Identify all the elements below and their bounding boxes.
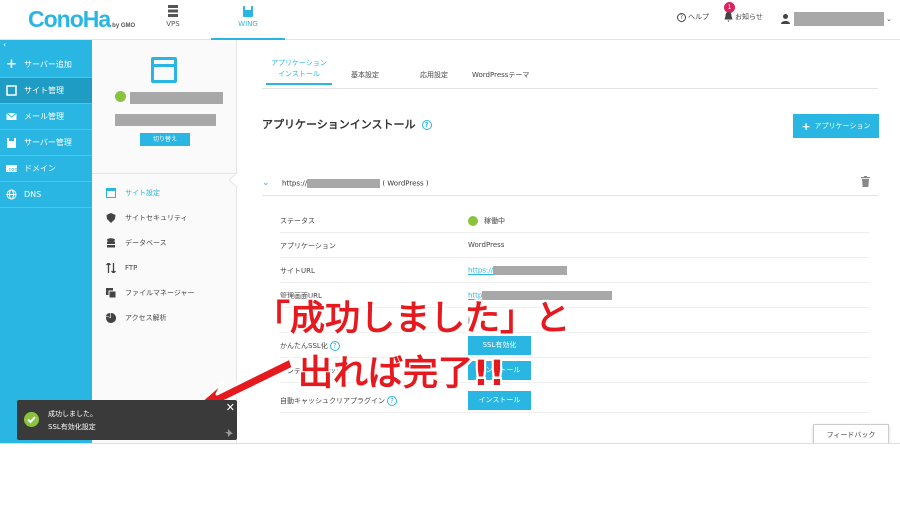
- window-icon: [151, 57, 177, 83]
- sidebar-item-dns[interactable]: DNS: [0, 182, 92, 208]
- transfer-icon: [106, 262, 116, 273]
- menu-file-manager[interactable]: ファイルマネージャー: [92, 280, 237, 305]
- sidebar: ‹ + サーバー追加 サイト管理 メール管理 サーバー管理 .com ドメイン …: [0, 40, 92, 443]
- menu-site-settings[interactable]: サイト設定: [92, 180, 237, 205]
- logo[interactable]: ConoHa by GMO: [28, 6, 135, 33]
- annotation-line-1: 「成功しました」と: [255, 299, 571, 339]
- tab-app-install[interactable]: アプリケーション インストール: [266, 58, 332, 85]
- pie-icon: [106, 312, 116, 323]
- site-menu: サイト設定 サイトセキュリティ データベース FTP ファイルマネージャー アク…: [92, 180, 237, 330]
- notice-link[interactable]: お知らせ: [724, 12, 763, 22]
- sidebar-collapse[interactable]: ‹: [0, 40, 92, 52]
- mail-icon: [6, 112, 17, 120]
- check-icon: [24, 412, 39, 427]
- tab-wp-theme[interactable]: WordPressテーマ: [472, 70, 529, 81]
- menu-site-security[interactable]: サイトセキュリティ: [92, 205, 237, 230]
- close-icon[interactable]: ✕: [226, 401, 235, 414]
- shield-icon: [106, 212, 116, 223]
- tab-bar: アプリケーション インストール 基本設定 応用設定 WordPressテーマ: [262, 58, 878, 89]
- power-icon: [468, 216, 478, 226]
- plus-icon: +: [801, 119, 811, 133]
- question-icon: ?: [677, 12, 686, 22]
- top-bar: ConoHa by GMO VPS WING ? ヘルプ 1 お知らせ ⌄: [0, 0, 900, 40]
- row-status: ステータス 稼働中: [280, 208, 870, 233]
- app-url: https:// ( WordPress ): [282, 179, 429, 188]
- site-icon: [6, 85, 17, 96]
- pin-icon[interactable]: [225, 429, 233, 437]
- row-application: アプリケーション WordPress: [280, 233, 870, 258]
- sidebar-item-mail[interactable]: メール管理: [0, 104, 92, 130]
- annotation-line-2: 出れば完了!!: [298, 354, 505, 394]
- menu-ftp[interactable]: FTP: [92, 255, 237, 280]
- sidebar-item-site[interactable]: サイト管理: [0, 78, 92, 104]
- site-domain-redacted: [115, 114, 216, 126]
- add-application-button[interactable]: + アプリケーション: [793, 114, 879, 138]
- sidebar-item-add-server[interactable]: + サーバー追加: [0, 52, 92, 78]
- success-toast: 成功しました。 SSL有効化設定 ✕: [17, 400, 237, 440]
- row-site-url: サイトURL https://: [280, 258, 870, 283]
- help-link[interactable]: ? ヘルプ: [677, 12, 709, 22]
- chevron-down-icon: ⌄: [886, 15, 892, 23]
- user-icon: [781, 14, 790, 24]
- feedback-button[interactable]: フィードバック: [813, 424, 889, 443]
- tab-basic[interactable]: 基本設定: [351, 70, 379, 81]
- trash-icon[interactable]: [861, 176, 870, 187]
- svg-text:.com: .com: [7, 167, 17, 173]
- menu-analytics[interactable]: アクセス解析: [92, 305, 237, 330]
- server-icon: [168, 5, 178, 17]
- wing-icon: [243, 5, 253, 17]
- switch-button[interactable]: 切り替え: [140, 133, 190, 146]
- sidebar-item-domain[interactable]: .com ドメイン: [0, 156, 92, 182]
- user-name-redacted: [794, 12, 884, 26]
- tab-advanced[interactable]: 応用設定: [420, 70, 448, 81]
- url-redacted: [307, 179, 381, 188]
- page-title: アプリケーションインストール?: [262, 116, 432, 132]
- site-header: 切り替え: [92, 40, 237, 174]
- toast-title: 成功しました。: [48, 410, 97, 418]
- bell-icon: [724, 12, 733, 22]
- files-icon: [106, 287, 116, 298]
- app-accordion-header[interactable]: ⌄ https:// ( WordPress ): [262, 171, 878, 196]
- nav-vps[interactable]: VPS: [141, 0, 205, 40]
- domain-icon: .com: [6, 165, 17, 173]
- user-menu[interactable]: ⌄: [781, 12, 892, 26]
- menu-database[interactable]: データベース: [92, 230, 237, 255]
- site-url-link: https://: [468, 266, 494, 275]
- help-icon[interactable]: ?: [421, 120, 432, 130]
- server-icon: [7, 137, 16, 148]
- power-icon: [115, 91, 126, 102]
- toast-message: SSL有効化設定: [48, 423, 96, 431]
- nav-wing[interactable]: WING: [211, 0, 285, 40]
- globe-icon: [6, 189, 17, 200]
- sidebar-item-server[interactable]: サーバー管理: [0, 130, 92, 156]
- site-name-redacted: [130, 92, 223, 104]
- database-icon: [107, 237, 115, 247]
- window-icon: [106, 187, 116, 198]
- chevron-down-icon: ⌄: [262, 178, 270, 188]
- help-icon[interactable]: ?: [387, 396, 397, 406]
- plus-icon: +: [6, 57, 17, 72]
- url-redacted: [493, 266, 568, 275]
